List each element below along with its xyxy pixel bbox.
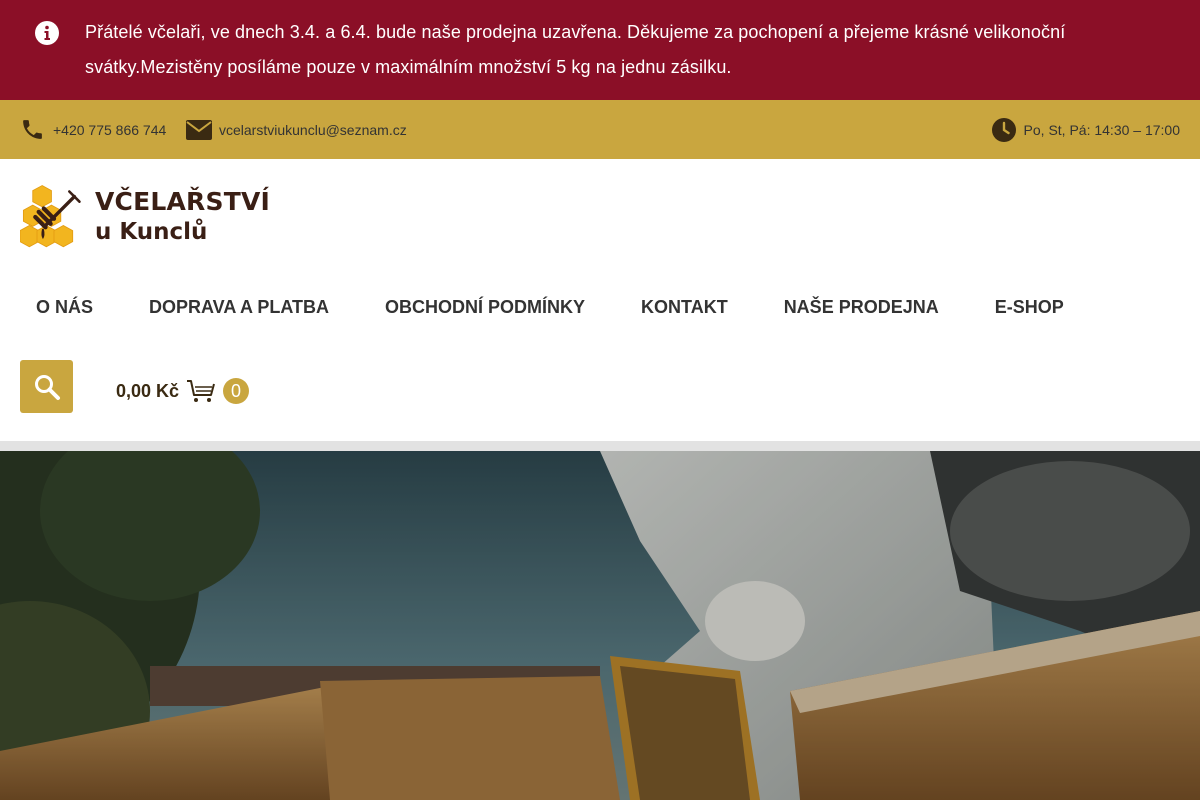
cart-icon	[187, 380, 216, 402]
clock-icon	[991, 117, 1016, 142]
site-logo[interactable]: VČELAŘSTVÍ u Kunclů	[20, 179, 270, 255]
envelope-icon	[186, 119, 212, 140]
nav-item-kontakt[interactable]: KONTAKT	[641, 297, 728, 319]
email-address: vcelarstviukunclu@seznam.cz	[219, 121, 407, 138]
cart-button[interactable]: 0,00 Kč 0	[116, 377, 250, 405]
search-button[interactable]	[20, 360, 73, 413]
site-header: VČELAŘSTVÍ u Kunclů O NÁS DOPRAVA A PLAT…	[0, 159, 1200, 441]
logo-text: VČELAŘSTVÍ u Kunclů	[95, 186, 270, 248]
header-divider	[0, 441, 1200, 451]
email-link[interactable]: vcelarstviukunclu@seznam.cz	[186, 100, 407, 159]
cart-count-badge: 0	[223, 378, 250, 404]
hero-image	[0, 451, 1200, 800]
notice-bar: Přátelé včelaři, ve dnech 3.4. a 6.4. bu…	[0, 0, 1200, 100]
nav-item-obchodni-podminky[interactable]: OBCHODNÍ PODMÍNKY	[385, 297, 585, 319]
search-icon	[34, 374, 60, 400]
notice-text: Přátelé včelaři, ve dnech 3.4. a 6.4. bu…	[85, 22, 1066, 77]
nav-item-doprava-a-platba[interactable]: DOPRAVA A PLATBA	[149, 297, 329, 319]
honeycomb-honey-dipper-icon	[20, 185, 81, 248]
logo-title: VČELAŘSTVÍ	[94, 187, 270, 216]
opening-hours-text: Po, St, Pá: 14:30 – 17:00	[1023, 121, 1180, 138]
beekeeper-photo	[0, 451, 1200, 800]
info-icon	[35, 21, 59, 45]
nav-item-e-shop[interactable]: E-SHOP	[995, 297, 1064, 319]
cart-total: 0,00 Kč	[116, 380, 180, 401]
top-contact-bar: +420 775 866 744 vcelarstviukunclu@sezna…	[0, 100, 1200, 159]
nav-item-o-nas[interactable]: O NÁS	[36, 297, 93, 319]
logo-subtitle: u Kunclů	[94, 219, 208, 245]
phone-number: +420 775 866 744	[53, 121, 167, 138]
phone-icon	[23, 120, 42, 139]
nav-item-nase-prodejna[interactable]: NAŠE PRODEJNA	[784, 297, 939, 319]
opening-hours: Po, St, Pá: 14:30 – 17:00	[991, 100, 1180, 159]
phone-link[interactable]: +420 775 866 744	[20, 100, 166, 159]
main-navigation: O NÁS DOPRAVA A PLATBA OBCHODNÍ PODMÍNKY…	[36, 297, 1120, 319]
